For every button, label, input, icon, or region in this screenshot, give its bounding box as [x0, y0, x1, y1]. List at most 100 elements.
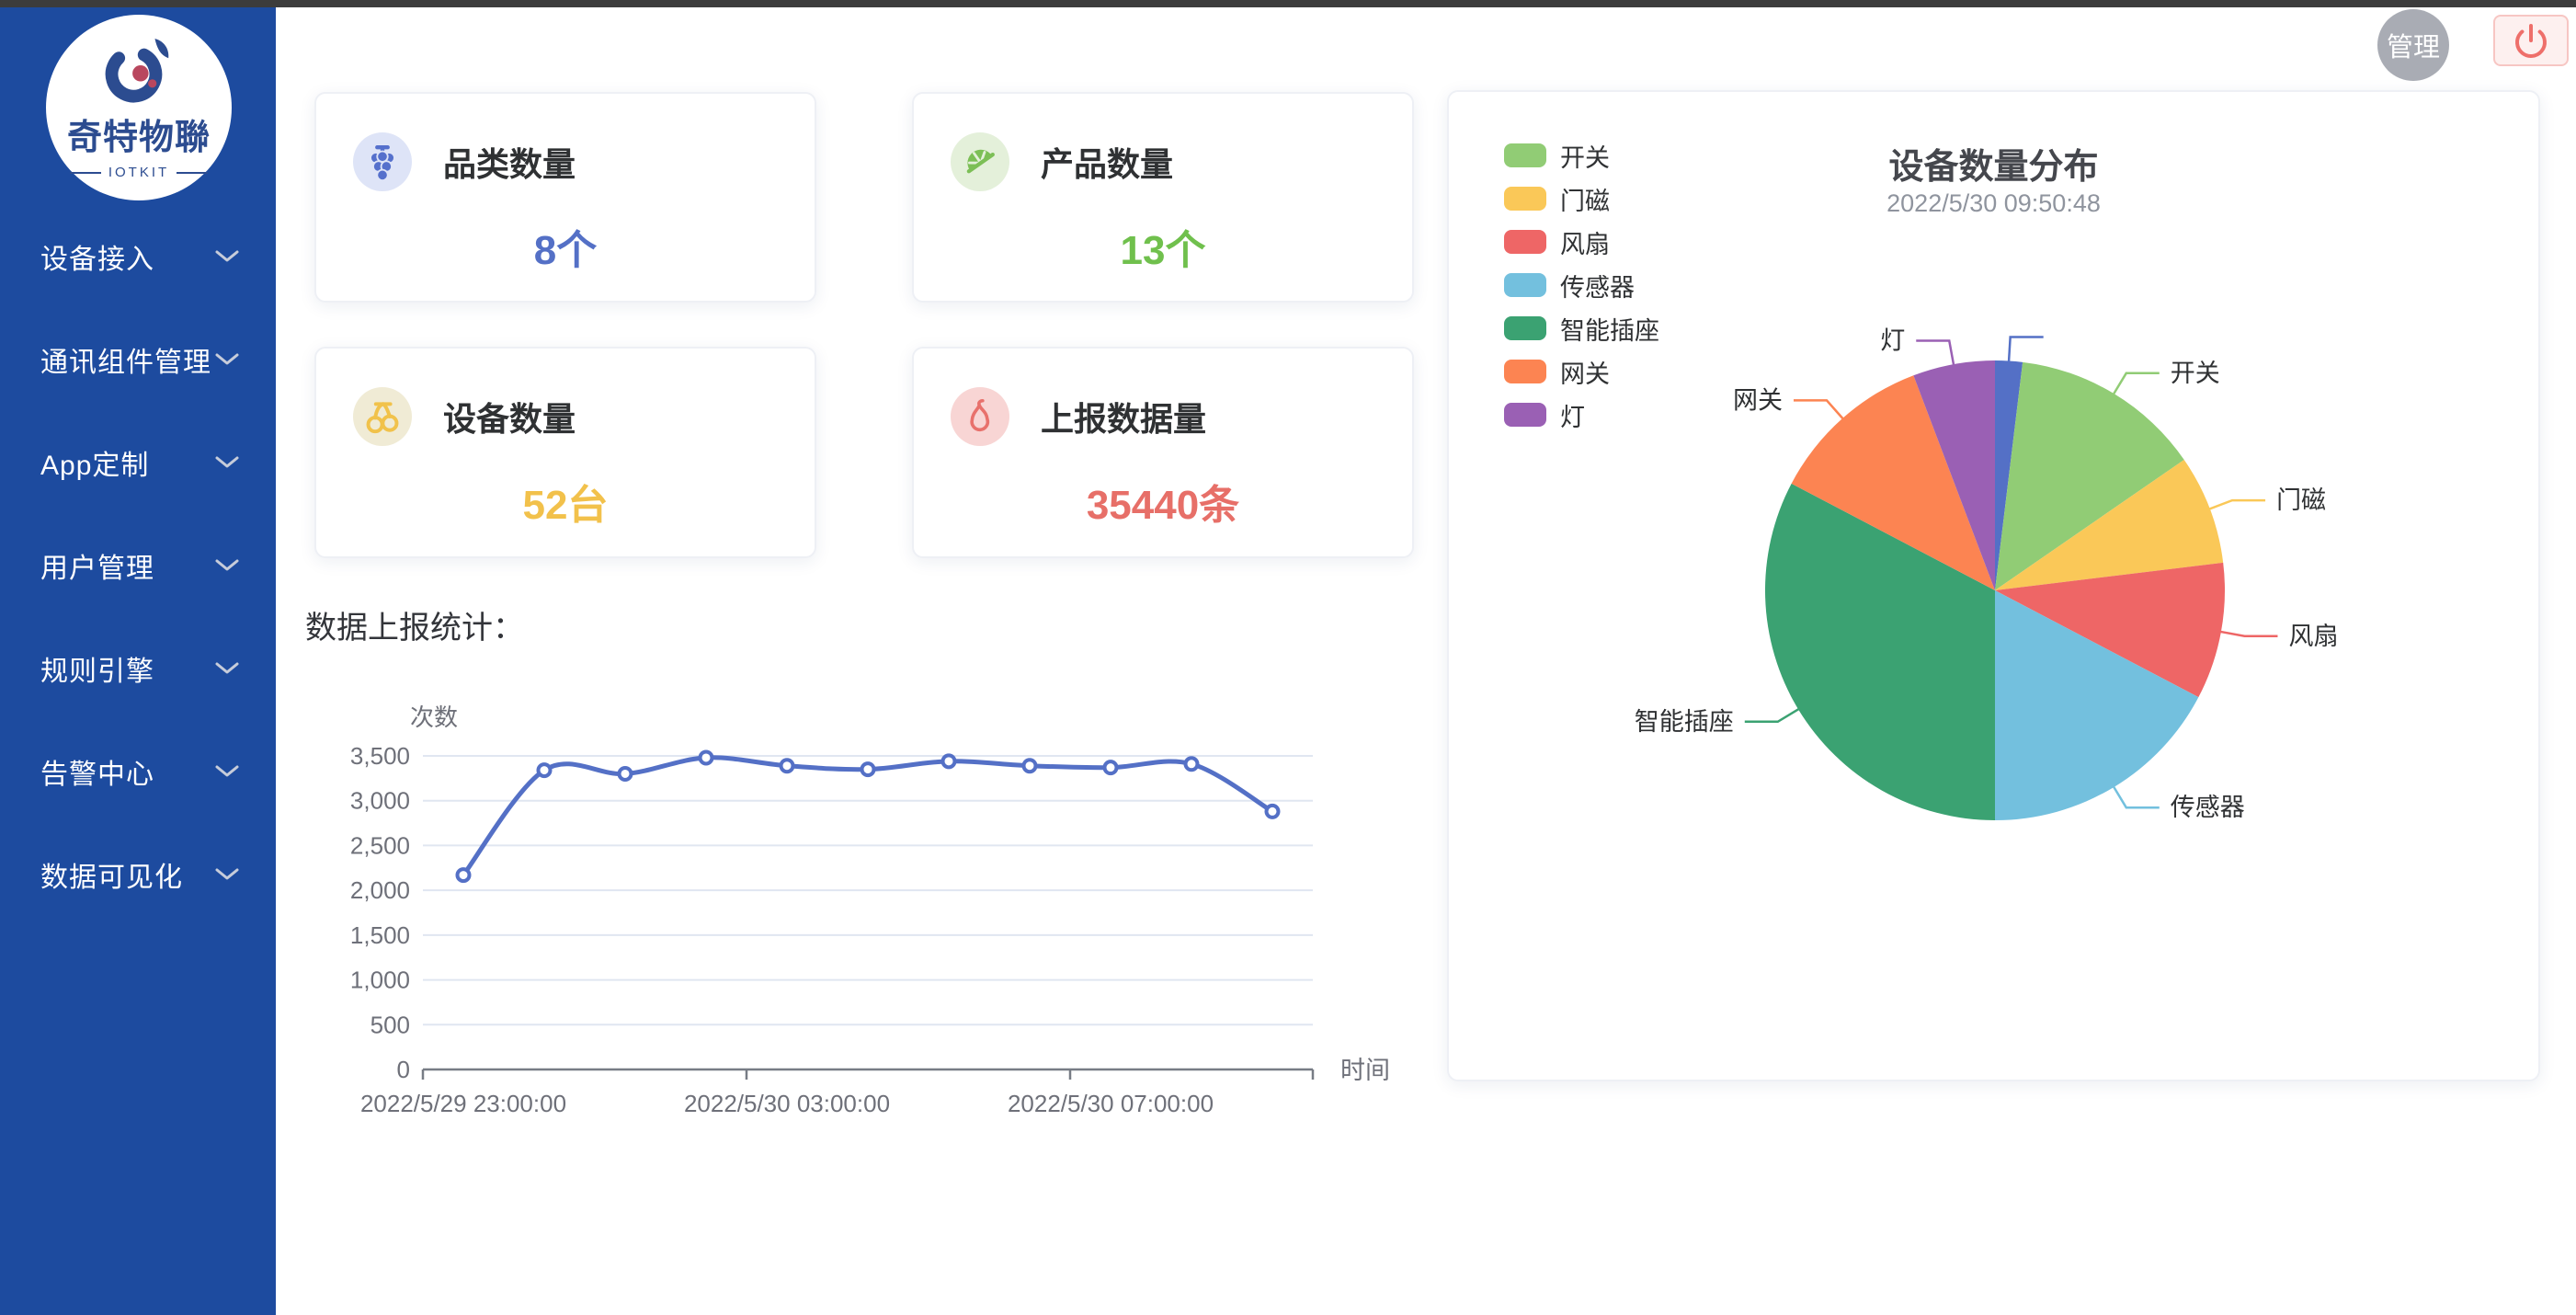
x-axis-tick-label: 2022/5/29 23:00:00	[360, 1090, 566, 1117]
data-point[interactable]	[1024, 760, 1036, 772]
y-axis-tick-label: 0	[397, 1056, 410, 1083]
stat-card-value: 35440条	[914, 472, 1412, 531]
sidebar-item-label: 数据可见化	[40, 854, 183, 895]
sidebar-menu: 设备接入 通讯组件管理 App定制 用户管理 规则引擎 告警中心 数据可见化	[0, 205, 276, 926]
data-point[interactable]	[781, 760, 793, 772]
data-point[interactable]	[1267, 806, 1279, 818]
grape-icon	[353, 132, 412, 191]
top-bar	[0, 0, 2576, 7]
logo-rule-left	[70, 172, 101, 174]
stat-card-header: 产品数量	[951, 132, 1173, 191]
logo-subtitle: IOTKIT	[70, 165, 208, 180]
stat-card-value: 52台	[316, 472, 815, 531]
y-axis-tick-label: 500	[370, 1011, 410, 1038]
chevron-down-icon	[215, 455, 239, 470]
y-axis-tick-label: 3,500	[350, 742, 410, 770]
pie-label-line	[1794, 400, 1844, 419]
legend-swatch	[1504, 360, 1546, 383]
line-chart-section-title: 数据上报统计：	[305, 602, 524, 647]
data-point[interactable]	[1186, 758, 1198, 770]
y-axis-name: 次数	[410, 703, 458, 731]
chevron-down-icon	[215, 558, 239, 573]
stat-card-header: 上报数据量	[951, 387, 1206, 446]
chevron-down-icon	[215, 661, 239, 676]
logo-swirl-icon	[97, 35, 181, 107]
sidebar-item-device-access[interactable]: 设备接入	[0, 205, 276, 308]
data-point[interactable]	[701, 751, 712, 763]
sidebar-item-label: 规则引擎	[40, 648, 154, 689]
legend-label: 门磁	[1560, 181, 1610, 217]
stat-card-title: 品类数量	[443, 138, 576, 186]
stat-card-title: 设备数量	[443, 393, 576, 440]
y-axis-tick-label: 1,000	[350, 966, 410, 994]
legend-item-网关[interactable]: 网关	[1504, 356, 1659, 387]
pie-slice-label: 智能插座	[1635, 708, 1734, 736]
pear-icon	[951, 387, 1009, 446]
data-point[interactable]	[539, 764, 551, 776]
x-axis-tick-label: 2022/5/30 03:00:00	[684, 1090, 890, 1117]
data-point[interactable]	[862, 763, 874, 775]
data-point[interactable]	[1105, 761, 1117, 773]
stat-card-value: 8个	[316, 217, 815, 276]
chevron-down-icon	[215, 764, 239, 779]
data-point[interactable]	[620, 768, 632, 780]
sidebar-item-label: 告警中心	[40, 751, 154, 792]
sidebar-item-label: 通讯组件管理	[40, 339, 211, 380]
pie-slice-label: 开关	[2171, 360, 2220, 387]
stat-card-title: 产品数量	[1041, 138, 1173, 186]
chevron-down-icon	[215, 249, 239, 264]
stat-card-category-count: 品类数量 8个	[314, 92, 816, 303]
legend-swatch	[1504, 230, 1546, 254]
sidebar-item-data-visualization[interactable]: 数据可见化	[0, 823, 276, 926]
sidebar-item-rule-engine[interactable]: 规则引擎	[0, 617, 276, 720]
sidebar-item-alert-center[interactable]: 告警中心	[0, 720, 276, 823]
legend-swatch	[1504, 143, 1546, 167]
stat-card-device-count: 设备数量 52台	[314, 347, 816, 558]
pie-label-line	[2113, 785, 2159, 807]
cherries-icon	[353, 387, 412, 446]
legend-item-开关[interactable]: 开关	[1504, 140, 1659, 171]
chevron-down-icon	[215, 867, 239, 882]
data-point[interactable]	[458, 869, 470, 881]
pie-slice-label: 灯	[1880, 327, 1905, 355]
y-axis-tick-label: 2,500	[350, 831, 410, 859]
logo-title: 奇特物聯	[67, 109, 211, 159]
stat-card-report-count: 上报数据量 35440条	[912, 347, 1414, 558]
legend-item-风扇[interactable]: 风扇	[1504, 226, 1659, 257]
pie-label-line	[1916, 341, 1954, 367]
logo-subtitle-text: IOTKIT	[108, 165, 169, 180]
sidebar-item-label: 设备接入	[40, 236, 154, 277]
y-axis-tick-label: 2,000	[350, 876, 410, 904]
legend-label: 开关	[1560, 138, 1610, 174]
pie-label-line	[1745, 708, 1800, 721]
y-axis-tick-label: 3,000	[350, 787, 410, 815]
y-axis-tick-label: 1,500	[350, 921, 410, 949]
stat-card-header: 品类数量	[353, 132, 576, 191]
avatar[interactable]: 管理	[2377, 9, 2449, 81]
power-icon	[2509, 18, 2553, 63]
x-axis-tick-label: 2022/5/30 07:00:00	[1008, 1090, 1214, 1117]
line-chart[interactable]: 0 500 1,000 1,500 2,000 2,500 3,000 3,500次数 2022…	[313, 658, 1416, 1172]
legend-item-门磁[interactable]: 门磁	[1504, 183, 1659, 214]
legend-item-智能插座[interactable]: 智能插座	[1504, 313, 1659, 344]
legend-swatch	[1504, 316, 1546, 340]
pie-legend: 开关门磁风扇传感器智能插座网关灯	[1504, 140, 1659, 430]
sidebar-item-label: 用户管理	[40, 545, 154, 586]
legend-label: 智能插座	[1560, 311, 1659, 347]
chevron-down-icon	[215, 352, 239, 367]
pie-label-line	[2219, 632, 2278, 636]
sidebar-item-app-custom[interactable]: App定制	[0, 411, 276, 514]
pie-slice-label: 网关	[1733, 386, 1783, 414]
legend-item-灯[interactable]: 灯	[1504, 399, 1659, 430]
pie-chart-card: 设备数量分布 2022/5/30 09:50:48 开关门磁风扇传感器智能插座网…	[1447, 90, 2540, 1081]
logout-button[interactable]	[2493, 15, 2569, 66]
sidebar: 奇特物聯 IOTKIT 设备接入 通讯组件管理 App定制 用户管理 规则引擎	[0, 7, 276, 1315]
legend-item-传感器[interactable]: 传感器	[1504, 269, 1659, 301]
pie-label-line	[2009, 337, 2044, 363]
sidebar-item-comm-components[interactable]: 通讯组件管理	[0, 308, 276, 411]
legend-label: 网关	[1560, 354, 1610, 390]
pie-slice-label: 门磁	[2276, 486, 2326, 514]
legend-swatch	[1504, 403, 1546, 427]
data-point[interactable]	[943, 755, 955, 767]
sidebar-item-user-management[interactable]: 用户管理	[0, 514, 276, 617]
